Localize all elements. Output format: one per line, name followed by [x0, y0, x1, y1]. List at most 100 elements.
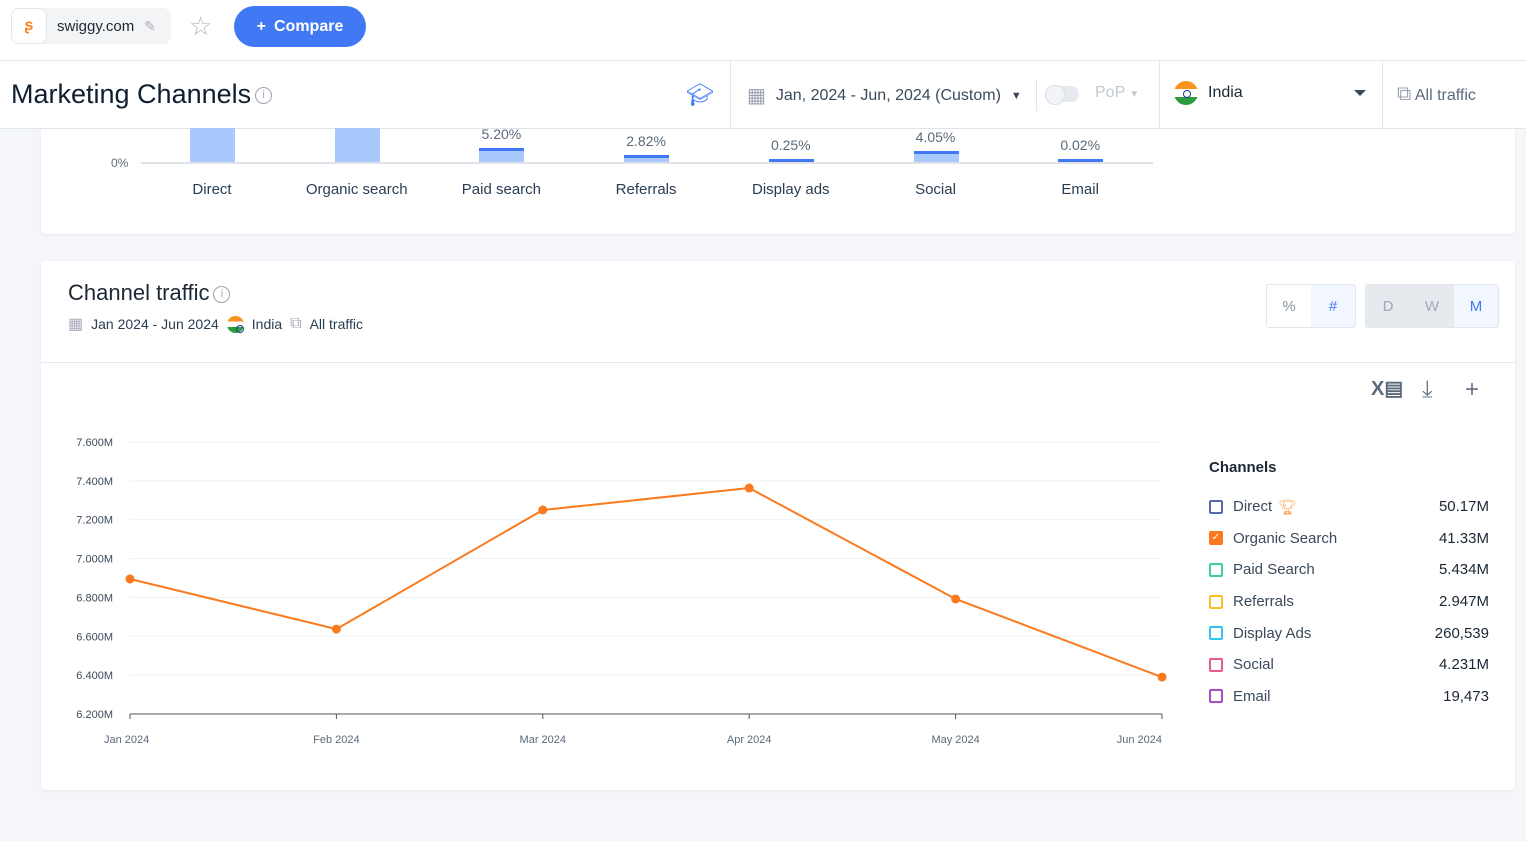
legend-item[interactable]: Display Ads 260,539 [1209, 617, 1489, 649]
x-tick-label: Jan 2024 [104, 734, 149, 746]
excel-export-icon[interactable]: X▤ [1371, 376, 1403, 401]
date-range-picker[interactable]: ▦ Jan, 2024 - Jun, 2024 (Custom) ▼ [747, 83, 1022, 108]
overview-category-label: Organic search [305, 181, 408, 198]
series-line [129, 487, 1163, 679]
month-button[interactable]: M [1454, 285, 1498, 327]
academy-icon[interactable]: 🎓︎ [686, 82, 714, 108]
legend-value: 5.434M [1438, 561, 1489, 579]
compare-label: Compare [273, 17, 344, 35]
legend-label: Email [1233, 687, 1271, 705]
overview-category-label: Social [915, 181, 956, 198]
number-button[interactable]: # [1311, 285, 1355, 327]
overview-bar[interactable] [913, 151, 959, 162]
checkbox[interactable] [1209, 499, 1223, 514]
percent-button[interactable]: % [1267, 285, 1311, 327]
info-icon[interactable]: i [255, 87, 273, 105]
checkbox[interactable]: ✓ [1209, 531, 1223, 546]
calendar-icon: ▦ [747, 85, 766, 107]
section-subtitle: ▦ Jan 2024 - Jun 2024 India ⧉ All traffic [68, 314, 363, 334]
x-tick-label: Mar 2024 [520, 734, 566, 746]
day-button[interactable]: D [1366, 285, 1410, 327]
y-tick-label: 6.400M [76, 670, 113, 682]
week-button[interactable]: W [1410, 285, 1454, 327]
y-tick-label: 6.600M [76, 631, 113, 643]
plus-icon: + [256, 17, 266, 35]
data-point [125, 574, 135, 584]
y-tick-label: 7.600M [76, 437, 113, 449]
india-flag-icon [1174, 81, 1198, 105]
section-title: Channel traffic i [68, 280, 231, 306]
legend-item[interactable]: Direct 🏆︎ 50.17M [1209, 491, 1489, 523]
site-name: swiggy.com [57, 17, 135, 35]
site-selector[interactable]: ʂ swiggy.com ✎ [11, 8, 171, 44]
legend-item[interactable]: ✓ Organic Search 41.33M [1209, 523, 1489, 555]
traffic-text: All traffic [309, 316, 364, 332]
overview-category-label: Direct [192, 181, 232, 198]
devices-icon: ⧉ [1397, 83, 1412, 105]
devices-icon: ⧉ [290, 315, 302, 332]
overview-category-label: Email [1061, 181, 1099, 198]
checkbox[interactable] [1209, 657, 1223, 672]
line-chart: 6.200M 6.400M 6.600M 6.800M 7.000M 7.200M 7.40… [76, 437, 1167, 746]
legend-title: Channels [1209, 459, 1277, 476]
legend-value: 4.231M [1438, 656, 1489, 674]
legend-item[interactable]: Social 4.231M [1209, 649, 1489, 681]
divider [730, 61, 731, 129]
legend-label: Organic Search [1233, 529, 1338, 547]
download-icon[interactable]: ⤓ [1422, 376, 1433, 404]
overview-pct-label: 0.25% [770, 137, 811, 153]
date-range-text: Jan, 2024 - Jun, 2024 (Custom) [775, 86, 1001, 104]
overview-bar[interactable] [1058, 159, 1104, 162]
info-icon[interactable]: i [213, 285, 231, 303]
granularity-toggle: D W M [1365, 284, 1499, 328]
divider [1036, 79, 1037, 111]
checkbox[interactable] [1209, 626, 1223, 641]
overview-bar[interactable] [479, 148, 525, 162]
divider [1159, 61, 1160, 129]
legend-item[interactable]: Email 19,473 [1209, 681, 1489, 713]
checkbox[interactable] [1209, 689, 1223, 704]
data-point [744, 483, 754, 493]
trophy-icon: 🏆︎ [1278, 498, 1298, 516]
channel-overview-card: 0% Direct Organic search 5.20% Paid search 2… [41, 126, 1515, 234]
swiggy-logo-icon: ʂ [11, 8, 47, 44]
overview-pct-label: 5.20% [481, 126, 522, 143]
overview-bar[interactable] [768, 159, 814, 162]
legend-value: 50.17M [1438, 498, 1489, 516]
legend-item[interactable]: Paid Search 5.434M [1209, 554, 1489, 586]
checkbox[interactable] [1209, 562, 1223, 577]
channel-traffic-card: Channel traffic i ▦ Jan 2024 - Jun 2024 In… [41, 261, 1515, 790]
overview-bar[interactable] [624, 154, 670, 162]
overview-category-label: Display ads [752, 181, 830, 198]
legend-value: 41.33M [1438, 529, 1489, 547]
pop-dropdown[interactable]: PoP ▼ [1095, 84, 1139, 102]
legend-label: Referrals [1233, 593, 1294, 611]
checkbox[interactable] [1209, 594, 1223, 609]
x-tick-label: May 2024 [931, 734, 979, 746]
caret-down-icon: ▼ [1129, 89, 1140, 100]
legend-label: Display Ads [1233, 624, 1312, 642]
traffic-selector[interactable]: ⧉ All traffic [1397, 83, 1476, 106]
title-text: Marketing Channels [11, 79, 252, 109]
divider [1382, 61, 1383, 129]
overview-pct-label: 2.82% [626, 132, 666, 149]
date-text: Jan 2024 - Jun 2024 [91, 316, 219, 332]
overview-bar[interactable] [190, 128, 235, 162]
pop-label: PoP [1095, 84, 1125, 101]
y-tick-label: 7.200M [76, 515, 113, 527]
x-tick-label: Feb 2024 [313, 734, 359, 746]
star-icon[interactable]: ☆ [189, 11, 212, 42]
country-selector[interactable]: India [1174, 81, 1243, 105]
caret-down-icon[interactable] [1354, 90, 1366, 102]
add-icon[interactable]: + [1465, 376, 1479, 404]
country-name: India [1208, 84, 1243, 101]
pop-toggle[interactable] [1045, 85, 1079, 105]
y-tick-zero: 0% [111, 156, 129, 170]
data-point [331, 624, 341, 634]
edit-icon[interactable]: ✎ [144, 18, 156, 35]
divider [41, 362, 1515, 363]
overview-bar[interactable] [334, 128, 380, 162]
y-tick-label: 6.800M [76, 592, 113, 604]
compare-button[interactable]: + Compare [234, 6, 366, 47]
legend-item[interactable]: Referrals 2.947M [1209, 586, 1489, 618]
